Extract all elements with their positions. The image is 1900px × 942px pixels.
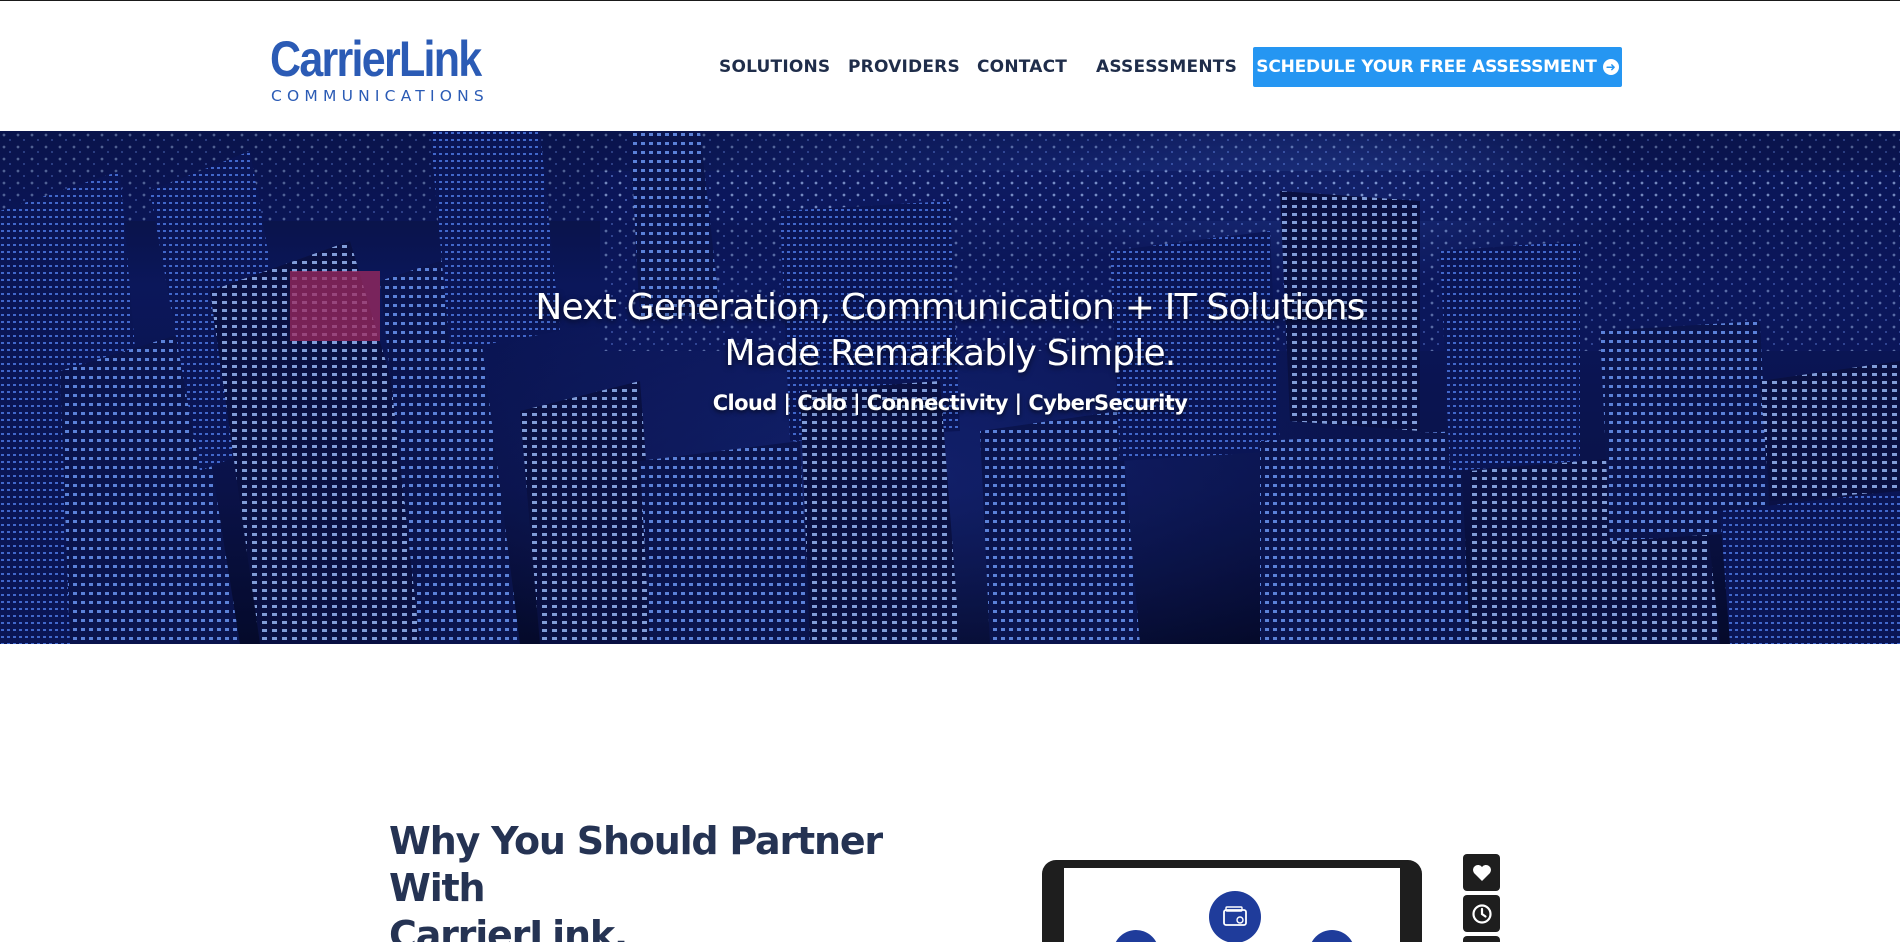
why-partner-heading: Why You Should Partner With CarrierLink. (389, 818, 989, 942)
more-icon[interactable] (1463, 936, 1500, 942)
hero-subtitle: Cloud | Colo | Connectivity | CyberSecur… (712, 391, 1188, 415)
wallet-icon (1209, 891, 1261, 942)
hero-title-line-2: Made Remarkably Simple. (724, 333, 1177, 374)
arrow-circle-right-icon: ➜ (1602, 59, 1619, 75)
hero-overlay (0, 131, 1900, 644)
hero-title-line-1: Next Generation, Communication + IT Solu… (535, 287, 1365, 328)
hero-title: Next Generation, Communication + IT Solu… (450, 285, 1450, 377)
heart-icon[interactable] (1463, 854, 1500, 891)
why-heading-line-2: CarrierLink. (389, 913, 628, 942)
clock-icon[interactable] (1463, 895, 1500, 932)
hero-banner: Next Generation, Communication + IT Solu… (0, 131, 1900, 644)
logo-wordmark: CarrierLink (270, 31, 482, 87)
nav-item-contact[interactable]: CONTACT (977, 57, 1067, 77)
nav-item-assessments[interactable]: ASSESSMENTS (1096, 57, 1237, 77)
why-heading-line-1: Why You Should Partner With (389, 819, 883, 910)
schedule-assessment-label: SCHEDULE YOUR FREE ASSESSMENT (1256, 57, 1597, 77)
site-header: CarrierLink COMMUNICATIONS SOLUTIONS PRO… (0, 1, 1900, 131)
logo-tagline: COMMUNICATIONS (271, 87, 489, 105)
schedule-assessment-button[interactable]: SCHEDULE YOUR FREE ASSESSMENT ➜ (1253, 47, 1622, 87)
nav-item-providers[interactable]: PROVIDERS (848, 57, 960, 77)
nav-item-solutions[interactable]: SOLUTIONS (719, 57, 830, 77)
logo[interactable]: CarrierLink COMMUNICATIONS (270, 33, 520, 107)
